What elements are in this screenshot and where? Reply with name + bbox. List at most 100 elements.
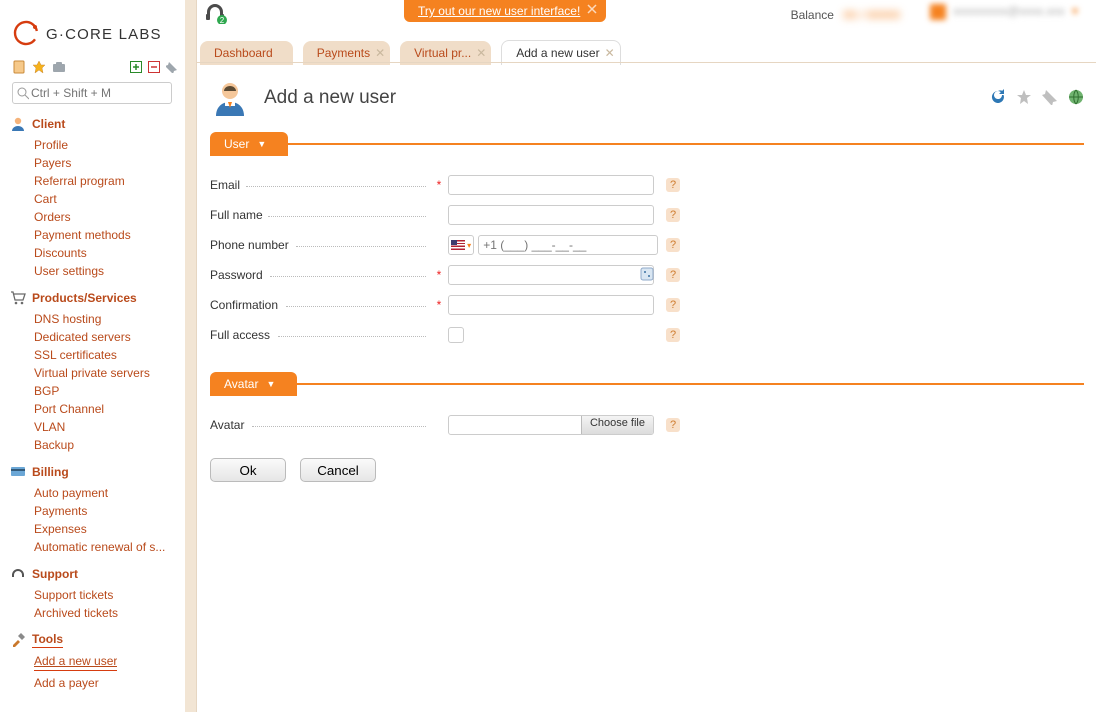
sidebar-tools-items: Add a new user Add a payer [6, 652, 178, 692]
required-mark: * [430, 268, 448, 282]
section-toggle-avatar[interactable]: Avatar ▼ [210, 372, 297, 396]
sidebar-item-dns[interactable]: DNS hosting [34, 310, 178, 328]
label-confirm: Confirmation [210, 298, 278, 312]
sidebar-item-bgp[interactable]: BGP [34, 382, 178, 400]
help-icon[interactable]: ? [666, 208, 680, 222]
sidebar-item-archived-tickets[interactable]: Archived tickets [34, 604, 178, 622]
cancel-button[interactable]: Cancel [300, 458, 376, 482]
cart-icon [10, 290, 26, 306]
help-icon[interactable]: ? [666, 418, 680, 432]
close-icon[interactable]: ✕ [375, 46, 385, 56]
sidebar-item-profile[interactable]: Profile [34, 136, 178, 154]
promo-text: Try out our new user interface! [418, 4, 580, 18]
balance-label: Balance [791, 8, 834, 22]
sidebar-section-tools[interactable]: Tools [10, 632, 178, 648]
tools-icon [10, 632, 26, 648]
sidebar-item-payments[interactable]: Payments [34, 502, 178, 520]
person-icon [10, 116, 26, 132]
sidebar-item-ssl[interactable]: SSL certificates [34, 346, 178, 364]
sidebar-item-support-tickets[interactable]: Support tickets [34, 586, 178, 604]
sidebar-item-add-payer[interactable]: Add a payer [34, 674, 178, 692]
column-separator [185, 0, 196, 712]
sidebar-item-add-user[interactable]: Add a new user [34, 652, 117, 671]
help-icon[interactable]: ? [666, 298, 680, 312]
avatar-file-picker[interactable]: Choose file [448, 415, 654, 435]
refresh-icon[interactable] [990, 89, 1006, 108]
sidebar-item-vlan[interactable]: VLAN [34, 418, 178, 436]
sidebar-section-support[interactable]: Support [10, 566, 178, 582]
sidebar-item-dedicated[interactable]: Dedicated servers [34, 328, 178, 346]
pin-icon[interactable] [166, 61, 178, 76]
help-icon[interactable]: ? [666, 178, 680, 192]
label-email: Email [210, 178, 240, 192]
sidebar-item-payers[interactable]: Payers [34, 154, 178, 172]
chevron-down-icon: ▾ [1072, 4, 1078, 18]
sidebar-item-cart[interactable]: Cart [34, 190, 178, 208]
user-illustration-icon [210, 78, 250, 118]
generate-password-icon[interactable] [640, 267, 654, 284]
sidebar-toolbar [6, 60, 178, 82]
sidebar-item-auto-payment[interactable]: Auto payment [34, 484, 178, 502]
briefcase-icon[interactable] [52, 60, 66, 77]
user-menu[interactable]: xxxxxxxxx@xxxx.xxx ▾ [930, 4, 1078, 20]
sidebar-client-items: Profile Payers Referral program Cart Ord… [6, 136, 178, 280]
chevron-down-icon: ▼ [257, 139, 266, 149]
sidebar-support-items: Support tickets Archived tickets [6, 586, 178, 622]
sidebar-search[interactable] [12, 82, 172, 104]
help-icon[interactable]: ? [666, 238, 680, 252]
sidebar-item-orders[interactable]: Orders [34, 208, 178, 226]
sidebar-item-port-channel[interactable]: Port Channel [34, 400, 178, 418]
label-fullname: Full name [210, 208, 263, 222]
search-input[interactable] [29, 85, 167, 101]
ok-button[interactable]: Ok [210, 458, 286, 482]
sidebar-item-expenses[interactable]: Expenses [34, 520, 178, 538]
svg-text:G·CORE LABS: G·CORE LABS [46, 26, 162, 43]
balance-display: Balance 00 / 00000 [791, 8, 900, 22]
help-icon[interactable]: ? [666, 328, 680, 342]
required-mark: * [430, 298, 448, 312]
pin-icon[interactable] [1042, 89, 1058, 108]
confirm-password-field[interactable] [448, 295, 654, 315]
sidebar-item-backup[interactable]: Backup [34, 436, 178, 454]
label-password: Password [210, 268, 263, 282]
expand-icon[interactable] [130, 61, 142, 76]
collapse-icon[interactable] [148, 61, 160, 76]
sidebar-section-client[interactable]: Client [10, 116, 178, 132]
required-mark: * [430, 178, 448, 192]
section-toggle-user[interactable]: User ▼ [210, 132, 288, 156]
clipboard-icon[interactable] [12, 60, 26, 77]
choose-file-button[interactable]: Choose file [581, 416, 653, 434]
sidebar-item-auto-renewal[interactable]: Automatic renewal of s... [34, 538, 178, 556]
sidebar-section-products[interactable]: Products/Services [10, 290, 178, 306]
sidebar-item-discounts[interactable]: Discounts [34, 244, 178, 262]
country-code-select[interactable]: ▾ [448, 235, 474, 255]
avatar-icon [930, 4, 946, 20]
close-icon[interactable]: ✕ [476, 46, 486, 56]
balance-value: 00 / 00000 [843, 8, 900, 22]
star-icon[interactable] [32, 60, 46, 77]
label-full-access: Full access [210, 328, 270, 342]
close-icon[interactable]: ✕ [605, 46, 615, 56]
phone-field[interactable] [478, 235, 658, 255]
sidebar-item-payment-methods[interactable]: Payment methods [34, 226, 178, 244]
full-access-checkbox[interactable] [448, 327, 464, 343]
globe-icon[interactable] [1068, 89, 1084, 108]
flag-us-icon [451, 240, 465, 250]
promo-banner[interactable]: Try out our new user interface! [404, 0, 606, 22]
page-title: Add a new user [264, 87, 396, 109]
star-icon[interactable] [1016, 89, 1032, 108]
support-headset-icon[interactable]: 2 [203, 0, 227, 24]
sidebar-item-vps[interactable]: Virtual private servers [34, 364, 178, 382]
fullname-field[interactable] [448, 205, 654, 225]
card-icon [10, 464, 26, 480]
headset-icon [10, 566, 26, 582]
email-field[interactable] [448, 175, 654, 195]
sidebar-item-user-settings[interactable]: User settings [34, 262, 178, 280]
sidebar-billing-items: Auto payment Payments Expenses Automatic… [6, 484, 178, 556]
close-icon[interactable] [586, 3, 600, 17]
sidebar-item-referral[interactable]: Referral program [34, 172, 178, 190]
avatar-file-name [449, 416, 581, 434]
sidebar-section-billing[interactable]: Billing [10, 464, 178, 480]
help-icon[interactable]: ? [666, 268, 680, 282]
password-field[interactable] [448, 265, 654, 285]
